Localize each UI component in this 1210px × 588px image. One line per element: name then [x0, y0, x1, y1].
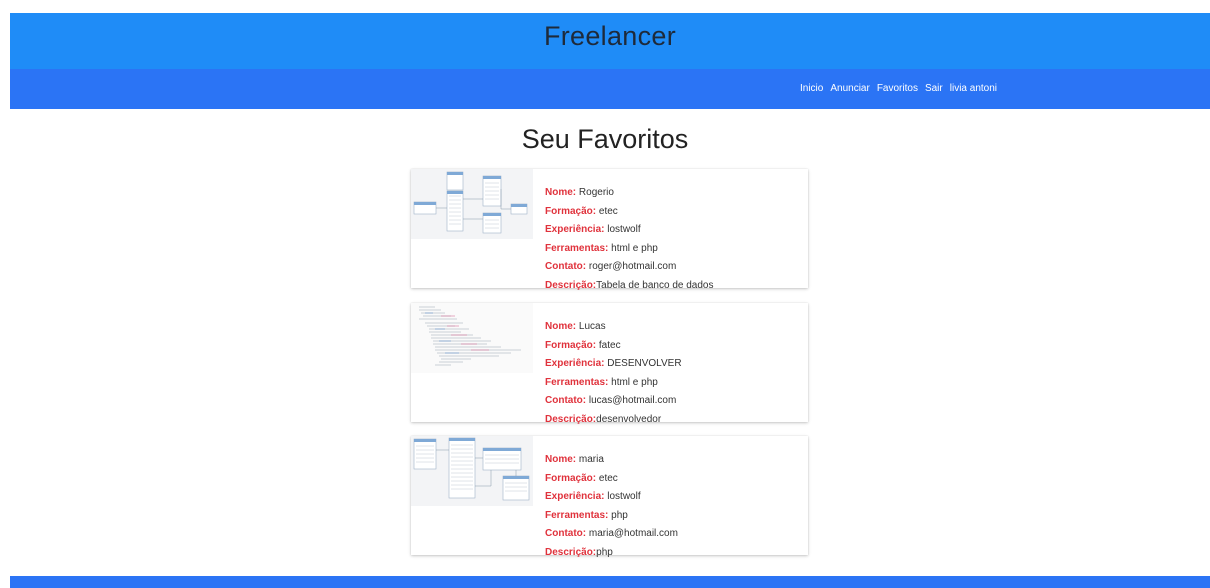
label-experiencia: Experiência: [545, 491, 605, 502]
label-contato: Contato: [545, 528, 587, 539]
value-nome: maria [578, 454, 604, 465]
favorite-card: Nome: maria Formação: etec Experiência: … [411, 436, 808, 558]
field-descricao: Descrição:desenvolvedor [545, 411, 682, 430]
label-contato: Contato: [545, 395, 587, 406]
nav-link-anunciar[interactable]: Anunciar [830, 83, 869, 94]
value-descricao: desenvolvedor [596, 413, 662, 425]
field-ferramentas: Ferramentas: php [545, 507, 678, 526]
card-info: Nome: Lucas Formação: fatec Experiência:… [545, 318, 682, 429]
label-descricao: Descrição: [545, 413, 597, 425]
value-descricao: php [596, 546, 613, 558]
field-nome: Nome: Rogerio [545, 184, 713, 203]
field-contato: Contato: roger@hotmail.com [545, 258, 713, 277]
value-experiencia: DESENVOLVER [607, 358, 682, 369]
field-formacao: Formação: etec [545, 470, 678, 489]
field-nome: Nome: maria [545, 451, 678, 470]
field-formacao: Formação: etec [545, 203, 713, 222]
label-experiencia: Experiência: [545, 224, 605, 235]
label-descricao: Descrição: [545, 546, 597, 558]
value-contato: lucas@hotmail.com [588, 395, 677, 406]
label-formacao: Formação: [545, 472, 597, 484]
card-info: Nome: maria Formação: etec Experiência: … [545, 451, 678, 562]
footer-bar [10, 576, 1210, 588]
field-nome: Nome: Lucas [545, 318, 682, 337]
value-formacao: etec [598, 472, 618, 484]
field-descricao: Descrição:Tabela de banco de dados [545, 277, 713, 296]
field-formacao: Formação: fatec [545, 337, 682, 356]
label-formacao: Formação: [545, 205, 597, 217]
value-formacao: fatec [598, 339, 621, 351]
nav-bar: Inicio Anunciar Favoritos Sair livia ant… [10, 69, 1210, 109]
nav-menu: Inicio Anunciar Favoritos Sair livia ant… [800, 83, 997, 94]
value-contato: maria@hotmail.com [588, 528, 678, 539]
label-formacao: Formação: [545, 339, 597, 351]
label-experiencia: Experiência: [545, 358, 605, 369]
field-contato: Contato: lucas@hotmail.com [545, 392, 682, 411]
label-ferramentas: Ferramentas: [545, 242, 609, 254]
value-experiencia: lostwolf [607, 224, 641, 235]
field-ferramentas: Ferramentas: html e php [545, 240, 713, 259]
page-title: Seu Favoritos [521, 124, 689, 154]
label-nome: Nome: [545, 321, 577, 332]
label-ferramentas: Ferramentas: [545, 509, 609, 521]
code-screenshot-image [411, 303, 533, 373]
field-experiencia: Experiência: lostwolf [545, 221, 713, 240]
label-nome: Nome: [545, 454, 577, 465]
field-experiencia: Experiência: lostwolf [545, 488, 678, 507]
database-diagram-image [411, 436, 533, 506]
nav-link-favoritos[interactable]: Favoritos [877, 83, 918, 94]
nav-link-user[interactable]: livia antoni [950, 83, 997, 94]
field-experiencia: Experiência: DESENVOLVER [545, 355, 682, 374]
label-ferramentas: Ferramentas: [545, 376, 609, 388]
field-descricao: Descrição:php [545, 544, 678, 563]
field-contato: Contato: maria@hotmail.com [545, 525, 678, 544]
value-ferramentas: html e php [611, 376, 658, 388]
value-contato: roger@hotmail.com [588, 261, 677, 272]
value-descricao: Tabela de banco de dados [596, 279, 714, 291]
nav-link-sair[interactable]: Sair [925, 83, 943, 94]
favorite-card: Nome: Rogerio Formação: etec Experiência… [411, 169, 808, 291]
nav-link-inicio[interactable]: Inicio [800, 83, 823, 94]
title-bar: Freelancer [10, 13, 1210, 69]
value-experiencia: lostwolf [607, 491, 641, 502]
favorite-card: Nome: Lucas Formação: fatec Experiência:… [411, 303, 808, 425]
label-contato: Contato: [545, 261, 587, 272]
label-nome: Nome: [545, 187, 577, 198]
value-formacao: etec [598, 205, 618, 217]
database-diagram-image [411, 169, 533, 239]
value-nome: Rogerio [578, 187, 614, 198]
value-ferramentas: php [611, 509, 628, 521]
value-ferramentas: html e php [611, 242, 658, 254]
brand-title: Freelancer [543, 21, 677, 51]
card-info: Nome: Rogerio Formação: etec Experiência… [545, 184, 713, 295]
field-ferramentas: Ferramentas: html e php [545, 374, 682, 393]
label-descricao: Descrição: [545, 279, 597, 291]
value-nome: Lucas [578, 321, 606, 332]
